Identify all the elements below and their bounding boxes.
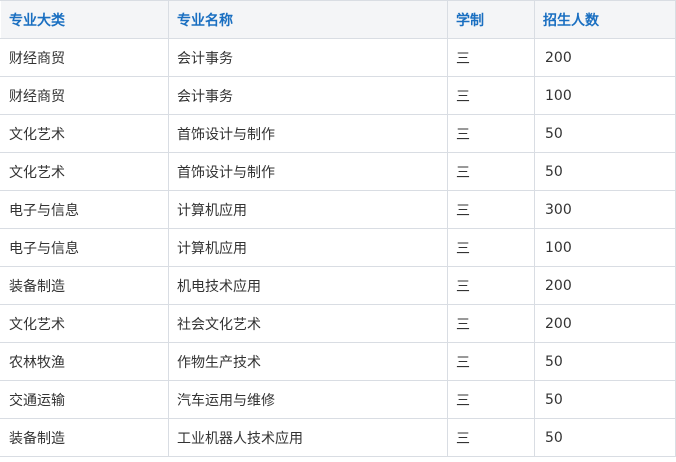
cell-enrollment: 50 <box>534 418 676 457</box>
cell-major-name: 首饰设计与制作 <box>168 152 448 191</box>
header-major-name: 专业名称 <box>168 0 448 39</box>
cell-major-name: 首饰设计与制作 <box>168 114 448 153</box>
cell-duration: 三 <box>447 38 535 77</box>
table-row: 财经商贸 会计事务三 200 <box>0 38 676 77</box>
cell-enrollment: 100 <box>534 76 676 115</box>
cell-major-name: 计算机应用 <box>168 228 448 267</box>
cell-duration: 三 <box>447 304 535 343</box>
cell-major-name: 会计事务 <box>168 38 448 77</box>
cell-major-category: 文化艺术 <box>0 304 169 343</box>
cell-major-category: 财经商贸 <box>0 76 169 115</box>
cell-duration: 三 <box>447 418 535 457</box>
header-duration: 学制 <box>447 0 535 39</box>
table-header: 专业大类 专业名称 学制 招生人数 <box>0 0 676 39</box>
cell-major-name: 社会文化艺术 <box>168 304 448 343</box>
table-row: 文化艺术 首饰设计与制作三 50 <box>0 114 676 153</box>
table-row: 财经商贸 会计事务三 100 <box>0 76 676 115</box>
table-row: 文化艺术 首饰设计与制作三 50 <box>0 152 676 191</box>
cell-major-name: 会计事务 <box>168 76 448 115</box>
cell-major-category: 电子与信息 <box>0 190 169 229</box>
cell-enrollment: 100 <box>534 228 676 267</box>
table-row: 电子与信息 计算机应用三 100 <box>0 228 676 267</box>
cell-duration: 三 <box>447 342 535 381</box>
cell-enrollment: 50 <box>534 342 676 381</box>
cell-duration: 三 <box>447 266 535 305</box>
cell-major-name: 计算机应用 <box>168 190 448 229</box>
cell-major-category: 装备制造 <box>0 266 169 305</box>
cell-duration: 三 <box>447 76 535 115</box>
cell-enrollment: 50 <box>534 152 676 191</box>
cell-duration: 三 <box>447 380 535 419</box>
cell-enrollment: 200 <box>534 38 676 77</box>
table-row: 农林牧渔 作物生产技术三 50 <box>0 342 676 381</box>
cell-enrollment: 50 <box>534 114 676 153</box>
cell-major-category: 文化艺术 <box>0 152 169 191</box>
cell-major-category: 电子与信息 <box>0 228 169 267</box>
table-row: 装备制造 机电技术应用三 200 <box>0 266 676 305</box>
header-enrollment: 招生人数 <box>534 0 676 39</box>
enrollment-table: 专业大类 专业名称 学制 招生人数 财经商贸 会计事务三 200 财经商贸 会计事务三 1… <box>0 0 676 457</box>
cell-major-name: 作物生产技术 <box>168 342 448 381</box>
table-row: 交通运输 汽车运用与维修三 50 <box>0 380 676 419</box>
table-body: 财经商贸 会计事务三 200 财经商贸 会计事务三 100 文化艺术 首饰设计与制作三 50 文化… <box>0 38 676 457</box>
cell-duration: 三 <box>447 190 535 229</box>
cell-major-category: 财经商贸 <box>0 38 169 77</box>
cell-major-category: 文化艺术 <box>0 114 169 153</box>
cell-major-name: 工业机器人技术应用 <box>168 418 448 457</box>
header-row: 专业大类 专业名称 学制 招生人数 <box>0 0 676 39</box>
table-row: 装备制造 工业机器人技术应用三 50 <box>0 418 676 457</box>
cell-duration: 三 <box>447 114 535 153</box>
cell-duration: 三 <box>447 228 535 267</box>
cell-enrollment: 50 <box>534 380 676 419</box>
cell-enrollment: 200 <box>534 304 676 343</box>
table-row: 电子与信息 计算机应用三 300 <box>0 190 676 229</box>
cell-major-category: 农林牧渔 <box>0 342 169 381</box>
header-major-category: 专业大类 <box>0 0 169 39</box>
cell-duration: 三 <box>447 152 535 191</box>
cell-major-category: 装备制造 <box>0 418 169 457</box>
cell-major-name: 汽车运用与维修 <box>168 380 448 419</box>
cell-enrollment: 300 <box>534 190 676 229</box>
table-row: 文化艺术 社会文化艺术三 200 <box>0 304 676 343</box>
cell-major-name: 机电技术应用 <box>168 266 448 305</box>
cell-enrollment: 200 <box>534 266 676 305</box>
cell-major-category: 交通运输 <box>0 380 169 419</box>
